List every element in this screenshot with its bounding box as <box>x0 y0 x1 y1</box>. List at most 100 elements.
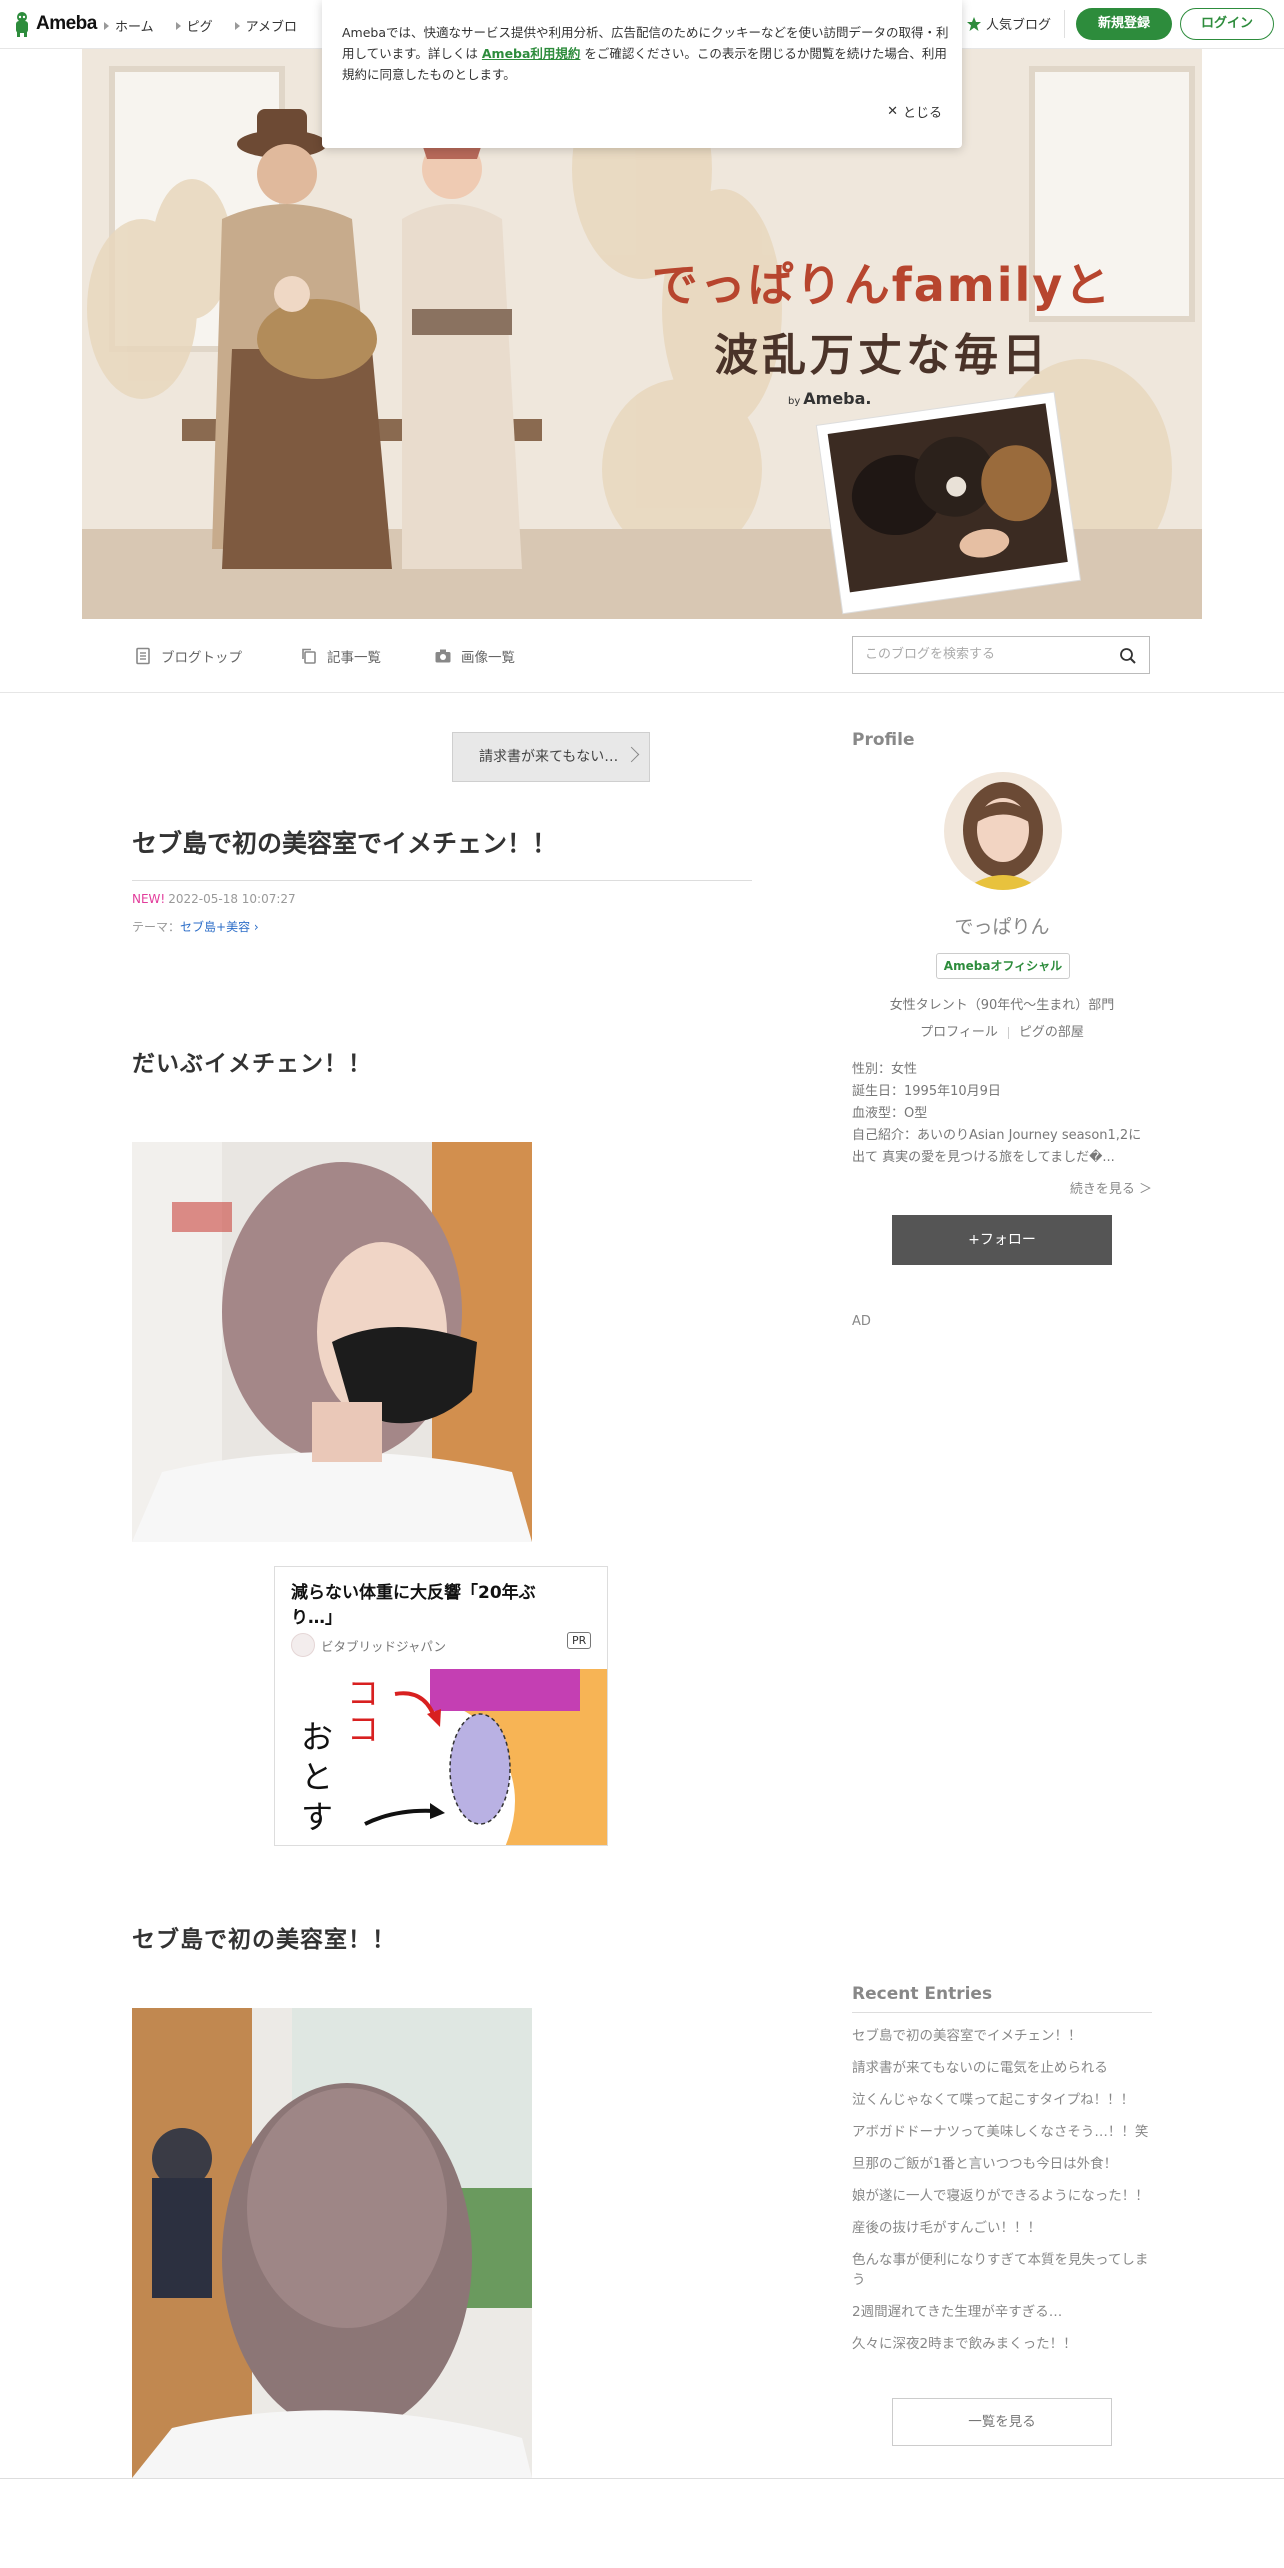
triangle-icon <box>175 21 181 30</box>
recent-entries-list: セブ島で初の美容室でイメチェン！！ 請求書が来てもないのに電気を止められる 泣く… <box>852 2026 1152 2366</box>
nav-image-list[interactable]: 画像一覧 <box>434 646 515 666</box>
nav-blog-top-label: ブログトップ <box>161 650 242 666</box>
terms-link[interactable]: Ameba利用規約 <box>482 46 581 61</box>
recent-entry[interactable]: 色んな事が便利になりすぎて本質を見失ってしまう <box>852 2250 1152 2290</box>
banner-title-line1: でっぱりんfamilyと <box>651 258 1113 312</box>
ad-image-text-red: ココ <box>347 1674 380 1748</box>
triangle-icon <box>234 21 240 30</box>
ad-title: 減らない体重に大反響「20年ぶり…」 <box>291 1583 536 1628</box>
ad-label: AD <box>852 1314 871 1329</box>
article-title[interactable]: セブ島で初の美容室でイメチェン！！ <box>132 824 752 881</box>
profile-intro: 自己紹介：あいのりAsian Journey season1,2に出て 真実の愛… <box>852 1128 1142 1165</box>
profile-name[interactable]: でっぱりん <box>852 912 1152 939</box>
cookie-text: Amebaでは、快適なサービス提供や利用分析、広告配信のためにクッキーなどを使い… <box>342 22 950 85</box>
divider <box>0 2478 1284 2479</box>
popular-blog-label: 人気ブログ <box>986 18 1052 33</box>
cookie-notice: Amebaでは、快適なサービス提供や利用分析、広告配信のためにクッキーなどを使い… <box>322 0 962 148</box>
recent-entry[interactable]: セブ島で初の美容室でイメチェン！！ <box>852 2026 1152 2046</box>
signup-button[interactable]: 新規登録 <box>1076 8 1172 40</box>
previous-entry-button[interactable]: 請求書が来てもない… <box>452 732 650 782</box>
document-icon <box>136 647 150 665</box>
profile-info: 性別：女性 誕生日：1995年10月9日 血液型：O型 自己紹介：あいのりAsi… <box>852 1059 1152 1169</box>
advertiser-logo-icon <box>291 1633 315 1657</box>
profile-birthday: 誕生日：1995年10月9日 <box>852 1084 1001 1099</box>
banner-by: by <box>788 396 801 407</box>
sponsored-ad-card[interactable]: 減らない体重に大反響「20年ぶり…」 ビタブリッドジャパン PR ココ おとす <box>274 1566 608 1846</box>
nav-pigg[interactable]: ピグ <box>175 16 213 35</box>
logo-text: Ameba <box>36 13 97 34</box>
cookie-close-label: とじる <box>902 106 942 121</box>
chevron-right-icon <box>623 746 640 763</box>
blog-nav: ブログトップ 記事一覧 画像一覧 <box>0 620 1284 693</box>
global-nav: ホーム ピグ アメブロ <box>104 16 297 35</box>
nav-ameblo-label: アメブロ <box>245 20 297 35</box>
camera-icon <box>435 649 451 663</box>
profile-category[interactable]: 女性タレント（90年代～生まれ）部門 <box>852 994 1152 1013</box>
recent-entry[interactable]: 2週間遅れてきた生理が辛すぎる… <box>852 2302 1152 2322</box>
ad-image-text-black: おとす <box>301 1718 334 1836</box>
blog-search <box>852 636 1150 674</box>
see-all-entries-button[interactable]: 一覧を見る <box>892 2398 1112 2446</box>
search-input[interactable] <box>863 646 1107 663</box>
nav-home[interactable]: ホーム <box>104 16 154 35</box>
recent-entry[interactable]: 請求書が来てもないのに電気を止められる <box>852 2058 1152 2078</box>
search-icon[interactable] <box>1119 647 1137 665</box>
popular-blog-link[interactable]: 人気ブログ <box>966 14 1051 33</box>
profile-photo <box>944 772 1062 890</box>
follow-button[interactable]: +フォロー <box>892 1215 1112 1265</box>
article-date: 2022-05-18 10:07:27 <box>168 892 296 906</box>
new-badge: NEW! <box>132 892 166 906</box>
profile-gender: 性別：女性 <box>852 1062 918 1077</box>
pr-badge: PR <box>567 1632 592 1649</box>
recent-entry[interactable]: アボガドドーナツって美味しくなさそう…！！笑 <box>852 2122 1152 2142</box>
profile-links: プロフィール ピグの部屋 <box>852 1021 1152 1040</box>
banner-byline: by Ameba. <box>788 389 872 408</box>
profile-link[interactable]: プロフィール <box>920 1025 998 1040</box>
ad-source: ビタブリッドジャパン <box>291 1633 446 1657</box>
nav-entry-list-label: 記事一覧 <box>327 650 381 666</box>
article-heading-2: セブ島で初の美容室！！ <box>132 1927 396 1953</box>
article-image-2[interactable] <box>132 2008 532 2478</box>
article-theme: テーマ：セブ島+美容 › <box>132 918 259 935</box>
nav-ameblo[interactable]: アメブロ <box>234 16 297 35</box>
divider <box>1064 10 1065 38</box>
banner-brand: Ameba. <box>803 389 872 408</box>
official-badge: Amebaオフィシャル <box>936 953 1070 979</box>
nav-home-label: ホーム <box>115 20 154 35</box>
copy-icon <box>302 648 316 664</box>
recent-entry[interactable]: 娘が遂に一人で寝返りができるようになった！！ <box>852 2186 1152 2206</box>
theme-link[interactable]: セブ島+美容 › <box>180 920 259 934</box>
article-heading-1: だいぶイメチェン！！ <box>132 1051 372 1077</box>
recent-entry[interactable]: 久々に深夜2時まで飲みまくった！！ <box>852 2334 1152 2354</box>
nav-entry-list[interactable]: 記事一覧 <box>300 646 381 666</box>
avatar[interactable] <box>944 772 1062 890</box>
theme-link-label: セブ島+美容 <box>180 920 251 934</box>
article-image-1[interactable] <box>132 1142 532 1542</box>
triangle-icon <box>104 21 109 30</box>
ad-source-name: ビタブリッドジャパン <box>321 1638 447 1654</box>
hair-photo-1 <box>132 1142 532 1542</box>
banner-title-line2: 波乱万丈な毎日 <box>714 330 1050 381</box>
ameba-logo[interactable]: Ameba <box>12 10 97 38</box>
nav-blog-top[interactable]: ブログトップ <box>134 646 242 666</box>
recent-entry[interactable]: 産後の抜け毛がすんごい！！！ <box>852 2218 1152 2238</box>
recent-entries-heading: Recent Entries <box>852 1984 1152 2013</box>
theme-label: テーマ： <box>132 920 181 934</box>
divider <box>1007 1026 1009 1039</box>
read-more-link[interactable]: 続きを見る ＞ <box>1070 1178 1152 1197</box>
star-icon <box>967 16 981 31</box>
nav-pigg-label: ピグ <box>186 20 213 35</box>
recent-entry[interactable]: 泣くんじゃなくて喋って起こすタイプね！！！ <box>852 2090 1152 2110</box>
nav-image-list-label: 画像一覧 <box>461 650 515 666</box>
pigg-room-link[interactable]: ピグの部屋 <box>1019 1025 1084 1040</box>
article-meta: NEW! 2022-05-18 10:07:27 <box>132 892 296 906</box>
previous-entry-label: 請求書が来てもない… <box>479 749 619 765</box>
close-icon: ✕ <box>887 104 898 119</box>
cookie-close-button[interactable]: ✕ とじる <box>887 102 942 121</box>
profile-blood-type: 血液型：O型 <box>852 1106 928 1121</box>
profile-heading: Profile <box>852 730 915 750</box>
login-button[interactable]: ログイン <box>1180 8 1274 40</box>
hair-photo-2 <box>132 2008 532 2478</box>
recent-entry[interactable]: 旦那のご飯が1番と言いつつも今日は外食！ <box>852 2154 1152 2174</box>
ameba-mascot-icon <box>16 12 28 37</box>
